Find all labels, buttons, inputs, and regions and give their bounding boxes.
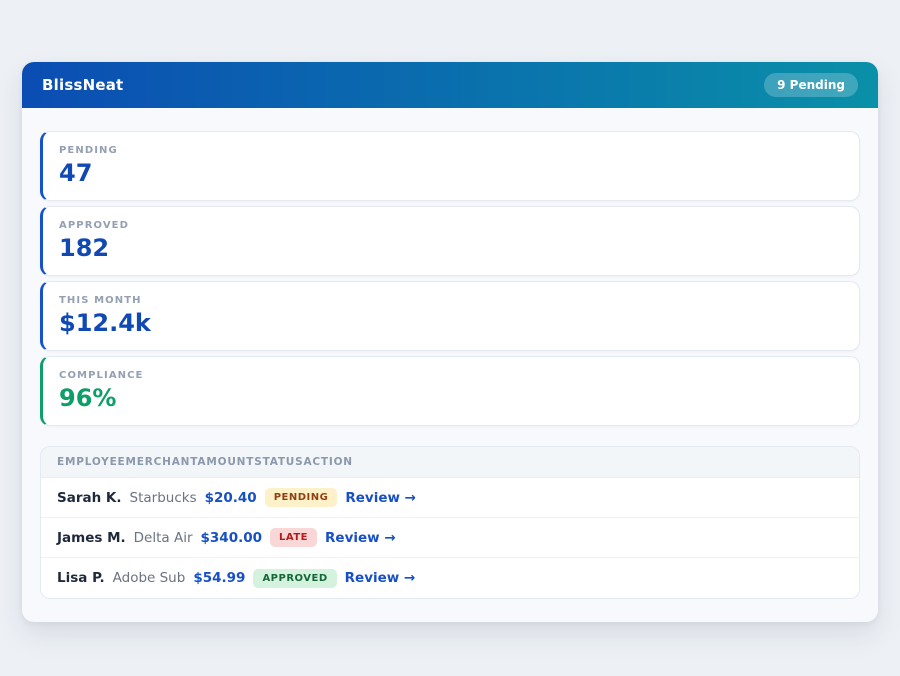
stat-card-compliance: COMPLIANCE 96% [40,356,860,426]
merchant-name: Delta Air [134,530,193,546]
employee-name: Lisa P. [57,570,105,586]
app-header: BlissNeat 9 Pending [22,62,878,108]
stat-label: APPROVED [59,220,843,231]
column-header-merchant: MERCHANT [126,456,198,468]
table-row: Sarah K. Starbucks $20.40 PENDING Review… [41,478,859,518]
stat-label: THIS MONTH [59,295,843,306]
dashboard-content: PENDING 47 APPROVED 182 THIS MONTH $12.4… [22,108,878,622]
app-title: BlissNeat [42,76,123,94]
column-header-status: STATUS [254,456,303,468]
stat-card-approved: APPROVED 182 [40,206,860,276]
dashboard-card: BlissNeat 9 Pending PENDING 47 APPROVED … [22,62,878,622]
column-header-action: ACTION [303,456,352,468]
table-row: James M. Delta Air $340.00 LATE Review → [41,518,859,558]
stat-value: 182 [59,236,843,261]
stat-label: PENDING [59,145,843,156]
stat-value: $12.4k [59,311,843,336]
table-row: Lisa P. Adobe Sub $54.99 APPROVED Review… [41,558,859,598]
stat-value: 47 [59,161,843,186]
merchant-name: Starbucks [130,490,197,506]
expense-amount: $20.40 [205,490,257,506]
column-header-amount: AMOUNT [197,456,254,468]
employee-name: Sarah K. [57,490,122,506]
stat-card-pending: PENDING 47 [40,131,860,201]
table-header-row: EMPLOYEEMERCHANTAMOUNTSTATUSACTION [41,447,859,478]
expense-amount: $54.99 [193,570,245,586]
status-badge: APPROVED [253,569,336,588]
column-header-employee: EMPLOYEE [57,456,126,468]
merchant-name: Adobe Sub [113,570,186,586]
review-link[interactable]: Review → [345,570,416,586]
stat-card-this-month: THIS MONTH $12.4k [40,281,860,351]
stat-label: COMPLIANCE [59,370,843,381]
stat-value: 96% [59,386,843,411]
review-link[interactable]: Review → [325,530,396,546]
status-badge: PENDING [265,488,338,507]
employee-name: James M. [57,530,126,546]
review-link[interactable]: Review → [345,490,416,506]
expense-amount: $340.00 [201,530,263,546]
expenses-table: EMPLOYEEMERCHANTAMOUNTSTATUSACTION Sarah… [40,446,860,599]
status-badge: LATE [270,528,317,547]
pending-count-badge: 9 Pending [764,73,858,97]
